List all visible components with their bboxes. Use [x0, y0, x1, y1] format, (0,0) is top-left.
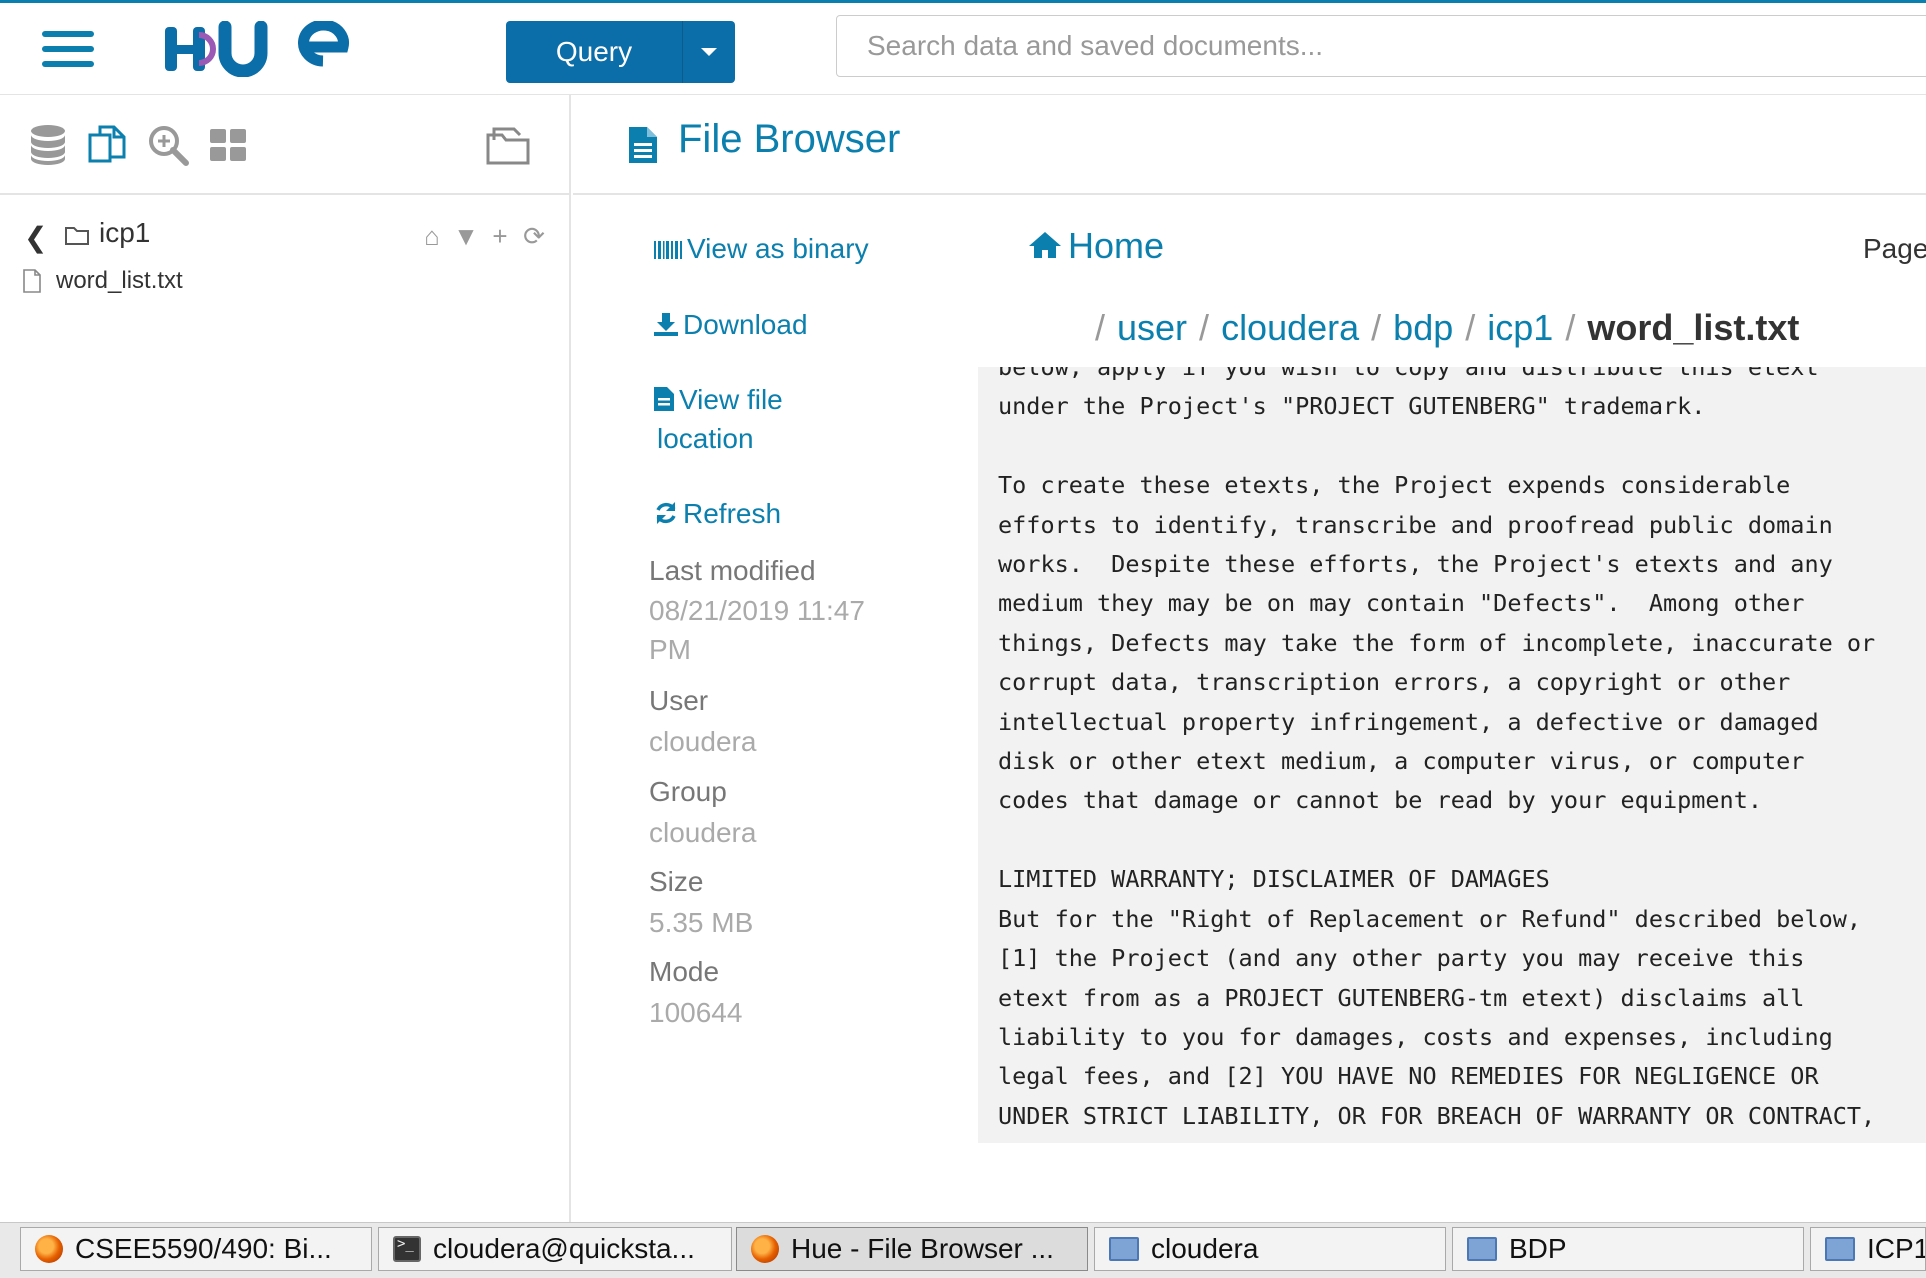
query-button-label[interactable]: Query — [506, 21, 683, 83]
current-folder-name[interactable]: icp1 — [99, 217, 150, 249]
taskbar-item-label[interactable]: cloudera@quicksta... — [433, 1233, 695, 1265]
tree-actions: ⌂ ▼ + ⟳ — [419, 221, 547, 251]
view-file-location-label-1[interactable]: View file — [679, 384, 783, 415]
filter-icon[interactable]: ▼ — [453, 221, 479, 251]
breadcrumb-separator: / — [1465, 307, 1476, 348]
view-as-binary-label[interactable]: View as binary — [687, 233, 869, 264]
file-content-text: below, apply if you wish to copy and dis… — [998, 367, 1876, 1130]
home-folder-icon — [1109, 1237, 1139, 1261]
documents-copy-icon[interactable] — [86, 123, 130, 167]
group-value: cloudera — [649, 817, 757, 848]
file-content-viewer[interactable]: below, apply if you wish to copy and dis… — [978, 367, 1926, 1143]
hamburger-menu-icon[interactable] — [42, 31, 94, 71]
query-button[interactable]: Query — [506, 21, 735, 83]
breadcrumb-cloudera[interactable]: cloudera — [1221, 307, 1359, 349]
left-assist-panel: ❮ icp1 ⌂ ▼ + ⟳ word_list.txt — [0, 95, 571, 1222]
terminal-icon — [393, 1236, 421, 1262]
breadcrumb-user[interactable]: user — [1117, 307, 1187, 349]
grid-apps-icon[interactable] — [206, 123, 250, 167]
top-navbar: Query — [0, 0, 1926, 95]
main-panel: File Browser View as binary Download Vie… — [573, 95, 1926, 1222]
view-file-location-link[interactable]: View file — [653, 381, 783, 419]
query-dropdown-caret-icon[interactable] — [683, 21, 735, 83]
refresh-icon[interactable]: ⟳ — [521, 221, 547, 251]
taskbar-item-icp1-folder[interactable]: ICP1 — [1810, 1227, 1926, 1271]
taskbar-item-label[interactable]: CSEE5590/490: Bi... — [75, 1233, 332, 1265]
download-label[interactable]: Download — [683, 309, 808, 340]
refresh-link[interactable]: Refresh — [653, 495, 781, 533]
document-icon — [629, 127, 657, 163]
database-icon[interactable] — [26, 123, 70, 167]
hue-logo[interactable] — [163, 21, 353, 77]
user-label: User — [649, 685, 709, 716]
firefox-icon — [35, 1235, 63, 1263]
breadcrumb-current-file: word_list.txt — [1587, 307, 1800, 348]
tree-header: ❮ icp1 ⌂ ▼ + ⟳ — [0, 207, 569, 267]
view-file-location-link-line2[interactable]: location — [657, 420, 754, 458]
size-value: 5.35 MB — [649, 907, 754, 938]
breadcrumb-separator: / — [1371, 307, 1382, 348]
back-chevron-icon[interactable]: ❮ — [24, 221, 47, 254]
page-label: Page — [1863, 233, 1926, 264]
breadcrumb-icp1[interactable]: icp1 — [1487, 307, 1553, 349]
folder-icon — [1825, 1237, 1855, 1261]
home-icon[interactable]: ⌂ — [419, 221, 445, 251]
user-value: cloudera — [649, 726, 757, 757]
zoom-in-icon[interactable] — [146, 123, 190, 167]
taskbar-item-label[interactable]: Hue - File Browser ... — [791, 1233, 1054, 1265]
file-tree-item[interactable]: word_list.txt — [22, 267, 183, 295]
taskbar-item-cloudera-folder[interactable]: cloudera — [1094, 1227, 1446, 1271]
firefox-icon — [751, 1235, 779, 1263]
taskbar-item-hue-file-browser[interactable]: Hue - File Browser ... — [736, 1227, 1088, 1271]
breadcrumb-separator: / — [1199, 307, 1210, 348]
refresh-label[interactable]: Refresh — [683, 498, 781, 529]
taskbar-item-label[interactable]: ICP1 — [1867, 1233, 1925, 1265]
search-input[interactable] — [836, 15, 1926, 77]
taskbar-item-label[interactable]: cloudera — [1151, 1233, 1258, 1265]
file-text-icon — [654, 387, 674, 411]
add-icon[interactable]: + — [487, 221, 513, 251]
breadcrumb-bdp[interactable]: bdp — [1393, 307, 1453, 349]
home-icon — [1029, 232, 1061, 258]
barcode-icon — [654, 241, 682, 259]
group-label: Group — [649, 776, 727, 807]
taskbar-item-firefox-course[interactable]: CSEE5590/490: Bi... — [20, 1227, 372, 1271]
breadcrumb-separator: / — [1095, 307, 1106, 348]
breadcrumb: / user / cloudera / bdp / icp1 / word_li… — [1083, 307, 1799, 349]
main-header: File Browser — [573, 95, 1926, 195]
breadcrumb-separator: / — [1565, 307, 1576, 348]
mode-value: 100644 — [649, 997, 743, 1028]
refresh-icon — [656, 502, 676, 524]
download-icon — [654, 313, 678, 336]
folder-icon — [1467, 1237, 1497, 1261]
last-modified-value-line2: PM — [649, 634, 691, 665]
mode-label: Mode — [649, 956, 720, 987]
taskbar-item-bdp-folder[interactable]: BDP — [1452, 1227, 1804, 1271]
home-label[interactable]: Home — [1068, 225, 1164, 266]
view-as-binary-link[interactable]: View as binary — [653, 230, 869, 268]
os-taskbar: CSEE5590/490: Bi... cloudera@quicksta...… — [0, 1222, 1926, 1278]
page-title: File Browser — [678, 117, 901, 161]
last-modified-value: 08/21/2019 11:47 — [649, 595, 865, 626]
open-folder-icon[interactable] — [484, 123, 532, 167]
view-file-location-label-2[interactable]: location — [657, 423, 754, 454]
last-modified-label: Last modified — [649, 555, 816, 586]
file-icon — [23, 269, 41, 293]
folder-icon — [65, 227, 89, 245]
home-link[interactable]: Home — [1028, 225, 1164, 267]
download-link[interactable]: Download — [653, 306, 808, 344]
assist-icon-bar — [0, 95, 569, 195]
taskbar-item-terminal[interactable]: cloudera@quicksta... — [378, 1227, 732, 1271]
file-tree-item-label[interactable]: word_list.txt — [56, 267, 183, 295]
size-label: Size — [649, 866, 704, 897]
taskbar-item-label[interactable]: BDP — [1509, 1233, 1567, 1265]
